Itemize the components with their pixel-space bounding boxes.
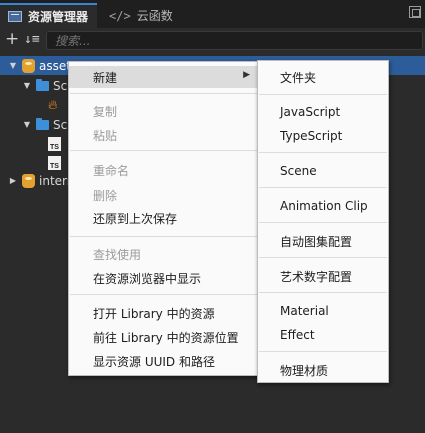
tree-item-label: Sc	[53, 78, 68, 93]
submenu-item-effect[interactable]: Effect	[258, 324, 388, 346]
menu-item-open-in-library[interactable]: 打开 Library 中的资源	[69, 302, 258, 324]
menu-item-reveal-in-explorer[interactable]: 在资源浏览器中显示	[69, 267, 258, 289]
submenu-item-scene[interactable]: Scene	[258, 160, 388, 182]
menu-item-revert[interactable]: 还原到上次保存	[69, 207, 258, 229]
tab-assets[interactable]: 资源管理器	[0, 3, 97, 28]
asset-toolbar: + ↓≡	[0, 28, 425, 52]
submenu-item-animation-clip[interactable]: Animation Clip	[258, 195, 388, 217]
menu-item-label: 删除	[93, 188, 118, 203]
typescript-icon: TS	[48, 136, 61, 151]
menu-item-label: 查找使用	[93, 247, 142, 262]
tab-cloud-functions-label: 云函数	[136, 9, 173, 23]
expand-arrow-icon[interactable]: ▼	[8, 61, 18, 70]
menu-item-label: 打开 Library 中的资源	[93, 306, 215, 321]
menu-separator	[259, 292, 387, 293]
menu-item-paste[interactable]: 粘贴	[69, 124, 258, 146]
menu-separator	[259, 187, 387, 188]
tree-item-label: Sc	[53, 117, 68, 132]
menu-item-copy[interactable]: 复制	[69, 100, 258, 122]
submenu-item-physics-material[interactable]: 物理材质	[258, 359, 388, 381]
menu-item-label: 新建	[93, 70, 118, 85]
search-input[interactable]	[46, 31, 423, 50]
asset-panel-icon	[8, 11, 22, 22]
menu-item-label: TypeScript	[280, 129, 343, 143]
tree-item-label: asset	[39, 58, 71, 73]
collapse-arrow-icon[interactable]: ▶	[8, 176, 18, 185]
fire-icon: 🔥︎	[48, 98, 58, 113]
menu-separator	[259, 351, 387, 352]
submenu-item-material[interactable]: Material	[258, 300, 388, 322]
menu-item-label: 艺术数字配置	[280, 269, 353, 284]
menu-item-label: Animation Clip	[280, 199, 368, 213]
menu-item-rename[interactable]: 重命名	[69, 159, 258, 181]
menu-item-label: 在资源浏览器中显示	[93, 271, 202, 286]
add-icon[interactable]: +	[5, 29, 19, 49]
database-icon	[22, 173, 35, 188]
tab-assets-label: 资源管理器	[28, 10, 89, 24]
menu-item-label: 文件夹	[280, 70, 317, 85]
submenu-item-auto-atlas[interactable]: 自动图集配置	[258, 230, 388, 252]
submenu-item-typescript[interactable]: TypeScript	[258, 125, 388, 147]
menu-separator	[259, 257, 387, 258]
menu-separator	[259, 94, 387, 95]
menu-item-show-uuid[interactable]: 显示资源 UUID 和路径	[69, 350, 258, 372]
submenu-item-label-atlas[interactable]: 艺术数字配置	[258, 265, 388, 287]
panel-tab-bar: 资源管理器 </> 云函数	[0, 0, 425, 28]
tab-cloud-functions[interactable]: </> 云函数	[101, 3, 181, 28]
menu-item-label: Effect	[280, 328, 315, 342]
menu-separator	[70, 150, 257, 151]
menu-separator	[70, 236, 257, 237]
submenu-item-folder[interactable]: 文件夹	[258, 66, 388, 88]
submenu-arrow-icon: ▶	[243, 70, 250, 80]
context-menu: 新建 ▶ 复制 粘贴 重命名 删除 还原到上次保存 查找使用 在资源浏览器中显示…	[68, 61, 259, 376]
new-submenu: 文件夹 JavaScript TypeScript Scene Animatio…	[257, 60, 389, 383]
menu-item-label: Material	[280, 304, 329, 318]
menu-separator	[70, 294, 257, 295]
menu-separator	[259, 222, 387, 223]
folder-icon	[36, 117, 49, 130]
menu-item-label: 显示资源 UUID 和路径	[93, 354, 215, 369]
menu-item-label: 自动图集配置	[280, 234, 353, 249]
folder-icon	[36, 78, 49, 91]
menu-item-label: 物理材质	[280, 363, 329, 378]
submenu-item-javascript[interactable]: JavaScript	[258, 101, 388, 123]
menu-item-new[interactable]: 新建 ▶	[69, 66, 258, 88]
menu-item-goto-library-location[interactable]: 前往 Library 中的资源位置	[69, 326, 258, 348]
expand-arrow-icon[interactable]: ▼	[22, 81, 32, 90]
expand-arrow-icon[interactable]: ▼	[22, 120, 32, 129]
menu-separator	[70, 93, 257, 94]
menu-item-label: 重命名	[93, 163, 130, 178]
menu-item-label: 前往 Library 中的资源位置	[93, 330, 239, 345]
menu-item-label: 粘贴	[93, 128, 118, 143]
code-icon: </>	[109, 8, 131, 23]
restore-window-icon[interactable]	[409, 6, 421, 18]
menu-separator	[259, 152, 387, 153]
database-icon	[22, 58, 35, 73]
sort-icon[interactable]: ↓≡	[24, 32, 40, 47]
menu-item-label: Scene	[280, 164, 317, 178]
menu-item-delete[interactable]: 删除	[69, 184, 258, 206]
typescript-icon: TS	[48, 155, 61, 170]
menu-item-find-usages[interactable]: 查找使用	[69, 243, 258, 265]
menu-item-label: 复制	[93, 104, 118, 119]
menu-item-label: 还原到上次保存	[93, 211, 178, 226]
menu-item-label: JavaScript	[280, 105, 341, 119]
